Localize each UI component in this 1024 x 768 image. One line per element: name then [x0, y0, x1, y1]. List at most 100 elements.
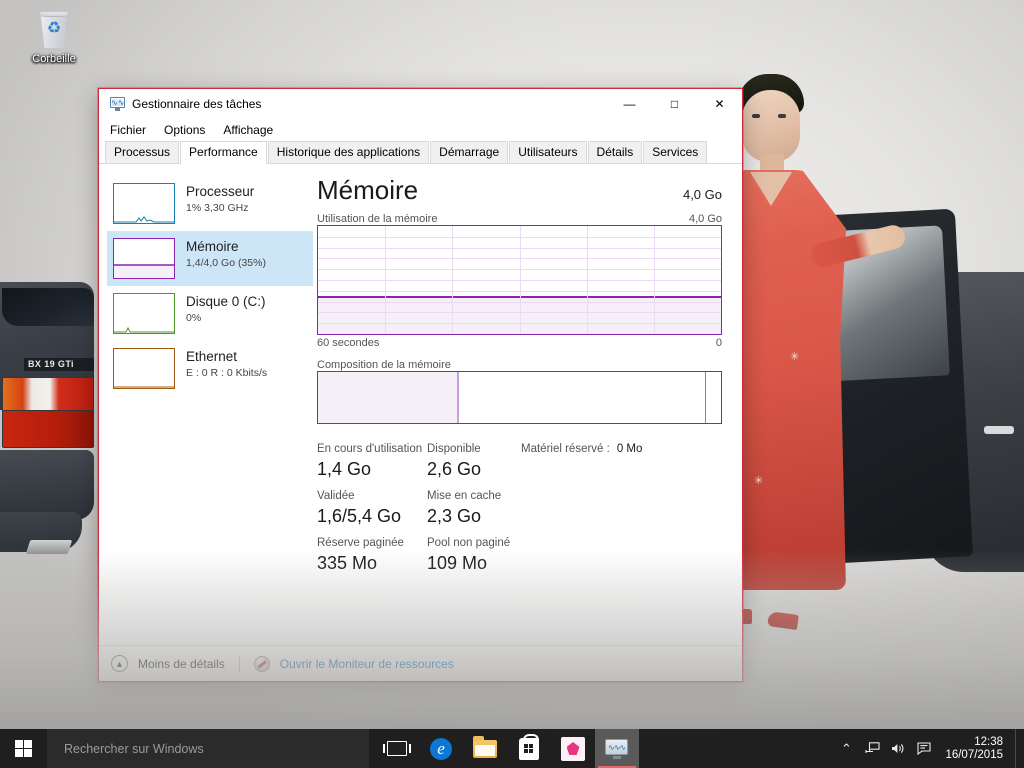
processeur-sub: 1% 3,30 GHz	[186, 201, 254, 215]
taskbar-app-pink-button[interactable]	[551, 729, 595, 768]
memory-usage-graph[interactable]	[317, 225, 722, 335]
taskbar-file-explorer-button[interactable]	[463, 729, 507, 768]
paged-pool-value: 335 Mo	[317, 551, 427, 575]
committed-label: Validée	[317, 489, 427, 504]
tab-strip[interactable]: Processus Performance Historique des app…	[99, 141, 742, 164]
available-label: Disponible	[427, 442, 521, 457]
disque-name: Disque 0 (C:)	[186, 294, 266, 310]
resource-monitor-link[interactable]: Ouvrir le Moniteur de ressources	[280, 657, 454, 671]
store-icon	[519, 738, 539, 760]
taskbar-apps[interactable]: e ∿∿∿	[375, 729, 639, 768]
chevron-up-icon[interactable]: ▲	[111, 655, 128, 672]
hardware-reserved-label: Matériel réservé :	[521, 442, 610, 457]
committed-value: 1,6/5,4 Go	[317, 504, 427, 528]
resource-monitor-icon	[254, 656, 270, 672]
ethernet-thumbnail	[113, 348, 175, 389]
in-use-label: En cours d'utilisation	[317, 442, 427, 457]
wallpaper-car-rear: BX 19 GTi	[0, 282, 104, 582]
graph-gridline-h	[318, 237, 721, 238]
resource-list[interactable]: Processeur 1% 3,30 GHz Mémoire 1,4/4,0 G…	[99, 164, 313, 645]
taskbar-store-button[interactable]	[507, 729, 551, 768]
ethernet-name: Ethernet	[186, 349, 267, 365]
edge-icon: e	[430, 738, 452, 760]
processeur-name: Processeur	[186, 184, 254, 200]
menu-fichier[interactable]: Fichier	[108, 122, 148, 138]
tab-services[interactable]: Services	[643, 141, 707, 163]
status-divider	[239, 656, 240, 672]
composition-separator	[705, 372, 706, 423]
start-button[interactable]	[0, 729, 47, 768]
file-explorer-icon	[473, 740, 497, 758]
task-manager-icon: ∿∿	[109, 97, 125, 111]
show-desktop-button[interactable]	[1015, 729, 1022, 768]
resource-item-ethernet[interactable]: Ethernet E : 0 R : 0 Kbits/s	[107, 341, 313, 396]
memory-detail-panel: Mémoire 4,0 Go Utilisation de la mémoire…	[313, 164, 742, 645]
page-title: Mémoire	[317, 174, 418, 206]
ethernet-sub: E : 0 R : 0 Kbits/s	[186, 366, 267, 380]
cached-value: 2,3 Go	[427, 504, 521, 528]
wallpaper-car-badge: BX 19 GTi	[24, 358, 94, 371]
nonpaged-pool-value: 109 Mo	[427, 551, 521, 575]
graph-max-label: 4,0 Go	[689, 213, 722, 225]
app-pink-icon	[561, 737, 585, 761]
stat-row-3: Réserve paginée 335 Mo Pool non paginé 1…	[317, 536, 722, 575]
stat-row-2: Validée 1,6/5,4 Go Mise en cache 2,3 Go	[317, 489, 722, 528]
tab-demarrage[interactable]: Démarrage	[430, 141, 508, 163]
taskbar[interactable]: Rechercher sur Windows e ∿∿∿ ⌃	[0, 729, 1024, 768]
disque-sub: 0%	[186, 311, 266, 325]
memory-statistics: En cours d'utilisation 1,4 Go Disponible…	[317, 442, 722, 575]
taskbar-clock[interactable]: 12:38 16/07/2015	[937, 729, 1015, 768]
taskbar-task-view-button[interactable]	[375, 729, 419, 768]
memory-composition-bar[interactable]	[317, 371, 722, 424]
available-value: 2,6 Go	[427, 457, 521, 481]
taskbar-task-manager-button[interactable]: ∿∿∿	[595, 729, 639, 768]
tray-chevron-up-icon[interactable]: ⌃	[833, 729, 859, 768]
graph-gridline-h	[318, 248, 721, 249]
network-icon[interactable]	[859, 729, 885, 768]
memoire-sub: 1,4/4,0 Go (35%)	[186, 256, 266, 270]
minimize-button[interactable]: —	[607, 89, 652, 119]
graph-gridline-h	[318, 258, 721, 259]
in-use-value: 1,4 Go	[317, 457, 427, 481]
less-details-button[interactable]: Moins de détails	[138, 657, 225, 671]
task-manager-taskbar-icon: ∿∿∿	[605, 739, 629, 759]
taskbar-edge-button[interactable]: e	[419, 729, 463, 768]
resource-item-memoire[interactable]: Mémoire 1,4/4,0 Go (35%)	[107, 231, 313, 286]
tab-details[interactable]: Détails	[588, 141, 643, 163]
memoire-thumbnail	[113, 238, 175, 279]
graph-gridline-h	[318, 269, 721, 270]
system-tray[interactable]: ⌃ 12:38 16/07/2015	[833, 729, 1024, 768]
desktop[interactable]: BX 19 GTi ✳ ✳ ✳ ✳ ♻ Corbeille	[0, 0, 1024, 729]
desktop-icon-recycle-bin[interactable]: ♻ Corbeille	[14, 6, 94, 78]
tab-historique-applications[interactable]: Historique des applications	[268, 141, 429, 163]
search-placeholder: Rechercher sur Windows	[64, 742, 204, 756]
performance-content: Processeur 1% 3,30 GHz Mémoire 1,4/4,0 G…	[99, 164, 742, 645]
menu-options[interactable]: Options	[162, 122, 207, 138]
task-manager-window[interactable]: ∿∿ Gestionnaire des tâches — □ ✕ Fichier…	[98, 88, 743, 682]
menu-affichage[interactable]: Affichage	[221, 122, 275, 138]
resource-item-processeur[interactable]: Processeur 1% 3,30 GHz	[107, 176, 313, 231]
search-input[interactable]: Rechercher sur Windows	[47, 729, 369, 768]
tab-performance[interactable]: Performance	[180, 141, 267, 164]
composition-in-use	[318, 372, 459, 423]
maximize-button[interactable]: □	[652, 89, 697, 119]
tab-processus[interactable]: Processus	[105, 141, 179, 163]
window-titlebar[interactable]: ∿∿ Gestionnaire des tâches — □ ✕	[99, 89, 742, 119]
cached-label: Mise en cache	[427, 489, 521, 504]
graph-time-right: 0	[716, 337, 722, 349]
clock-time: 12:38	[945, 736, 1003, 749]
graph-gridline-h	[318, 302, 721, 303]
task-view-icon	[387, 741, 407, 756]
graph-gridline-h	[318, 323, 721, 324]
resource-item-disque[interactable]: Disque 0 (C:) 0%	[107, 286, 313, 341]
close-button[interactable]: ✕	[697, 89, 742, 119]
paged-pool-label: Réserve paginée	[317, 536, 427, 551]
graph-label: Utilisation de la mémoire	[317, 213, 437, 225]
disque-thumbnail	[113, 293, 175, 334]
menu-bar[interactable]: Fichier Options Affichage	[99, 119, 742, 141]
recycle-bin-label: Corbeille	[14, 53, 94, 65]
volume-icon[interactable]	[885, 729, 911, 768]
action-center-icon[interactable]	[911, 729, 937, 768]
tab-utilisateurs[interactable]: Utilisateurs	[509, 141, 586, 163]
recycle-bin-icon: ♻	[37, 12, 71, 48]
